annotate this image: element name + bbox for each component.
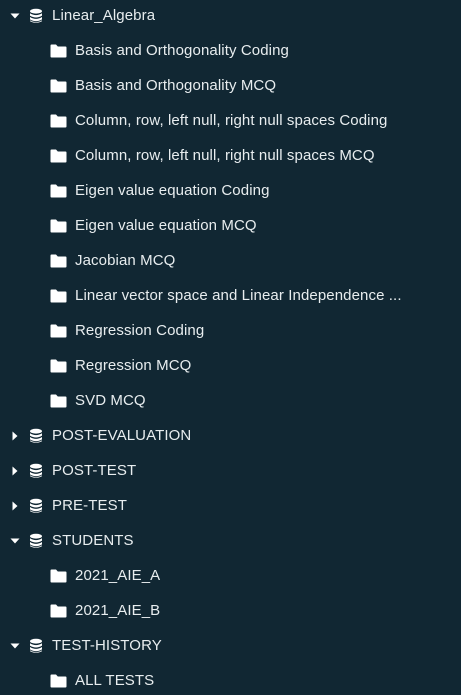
tree-folder-basis-and-orthogonality-mcq[interactable]: Basis and Orthogonality MCQ	[0, 68, 461, 103]
tree-folder-linear-vector-space-and-linear-independence[interactable]: Linear vector space and Linear Independe…	[0, 278, 461, 313]
tree-folder-regression-coding[interactable]: Regression Coding	[0, 313, 461, 348]
caret-down-icon[interactable]	[8, 639, 22, 653]
tree-folder-2021-aie-a[interactable]: 2021_AIE_A	[0, 558, 461, 593]
folder-icon	[50, 359, 67, 373]
folder-icon	[50, 44, 67, 58]
tree-item-label: ALL TESTS	[75, 672, 155, 689]
tree-item-label: Eigen value equation Coding	[75, 182, 270, 199]
tree-database-pre-test[interactable]: PRE-TEST	[0, 488, 461, 523]
folder-icon	[50, 324, 67, 338]
tree-folder-basis-and-orthogonality-coding[interactable]: Basis and Orthogonality Coding	[0, 33, 461, 68]
tree-item-label: Regression MCQ	[75, 357, 192, 374]
database-icon	[28, 8, 44, 24]
tree-item-label: Basis and Orthogonality Coding	[75, 42, 289, 59]
folder-icon	[50, 79, 67, 93]
tree-database-test-history[interactable]: TEST-HISTORY	[0, 628, 461, 663]
tree-item-label: Linear vector space and Linear Independe…	[75, 287, 402, 304]
tree-folder-eigen-value-equation-coding[interactable]: Eigen value equation Coding	[0, 173, 461, 208]
tree-item-label: SVD MCQ	[75, 392, 146, 409]
tree-folder-svd-mcq[interactable]: SVD MCQ	[0, 383, 461, 418]
tree-database-students[interactable]: STUDENTS	[0, 523, 461, 558]
folder-icon	[50, 569, 67, 583]
database-icon	[28, 638, 44, 654]
tree-item-label: POST-EVALUATION	[52, 427, 192, 444]
tree-item-label: PRE-TEST	[52, 497, 127, 514]
folder-icon	[50, 289, 67, 303]
database-tree: Linear_Algebra Basis and Orthogonality Co…	[0, 0, 461, 695]
database-icon	[28, 428, 44, 444]
database-icon	[28, 498, 44, 514]
tree-item-label: STUDENTS	[52, 532, 134, 549]
caret-down-icon[interactable]	[8, 9, 22, 23]
tree-item-label: Linear_Algebra	[52, 7, 156, 24]
tree-database-post-evaluation[interactable]: POST-EVALUATION	[0, 418, 461, 453]
tree-folder-eigen-value-equation-mcq[interactable]: Eigen value equation MCQ	[0, 208, 461, 243]
tree-folder-regression-mcq[interactable]: Regression MCQ	[0, 348, 461, 383]
caret-down-icon[interactable]	[8, 534, 22, 548]
tree-folder-column-row-left-null-right-null-spaces-coding[interactable]: Column, row, left null, right null space…	[0, 103, 461, 138]
folder-icon	[50, 149, 67, 163]
tree-item-label: 2021_AIE_B	[75, 602, 161, 619]
tree-item-label: Jacobian MCQ	[75, 252, 176, 269]
folder-icon	[50, 219, 67, 233]
folder-icon	[50, 394, 67, 408]
caret-right-icon[interactable]	[8, 499, 22, 513]
tree-item-label: Column, row, left null, right null space…	[75, 147, 375, 164]
tree-item-label: Basis and Orthogonality MCQ	[75, 77, 277, 94]
tree-folder-column-row-left-null-right-null-spaces-mcq[interactable]: Column, row, left null, right null space…	[0, 138, 461, 173]
tree-item-label: 2021_AIE_A	[75, 567, 161, 584]
folder-icon	[50, 254, 67, 268]
database-icon	[28, 533, 44, 549]
tree-item-label: TEST-HISTORY	[52, 637, 162, 654]
tree-database-post-test[interactable]: POST-TEST	[0, 453, 461, 488]
caret-right-icon[interactable]	[8, 464, 22, 478]
caret-right-icon[interactable]	[8, 429, 22, 443]
folder-icon	[50, 184, 67, 198]
tree-folder-all-tests[interactable]: ALL TESTS	[0, 663, 461, 695]
tree-database-linear-algebra[interactable]: Linear_Algebra	[0, 0, 461, 33]
folder-icon	[50, 674, 67, 688]
tree-folder-jacobian-mcq[interactable]: Jacobian MCQ	[0, 243, 461, 278]
tree-folder-2021-aie-b[interactable]: 2021_AIE_B	[0, 593, 461, 628]
tree-item-label: Eigen value equation MCQ	[75, 217, 257, 234]
tree-item-label: Regression Coding	[75, 322, 205, 339]
tree-item-label: Column, row, left null, right null space…	[75, 112, 388, 129]
database-icon	[28, 463, 44, 479]
folder-icon	[50, 114, 67, 128]
tree-item-label: POST-TEST	[52, 462, 137, 479]
folder-icon	[50, 604, 67, 618]
